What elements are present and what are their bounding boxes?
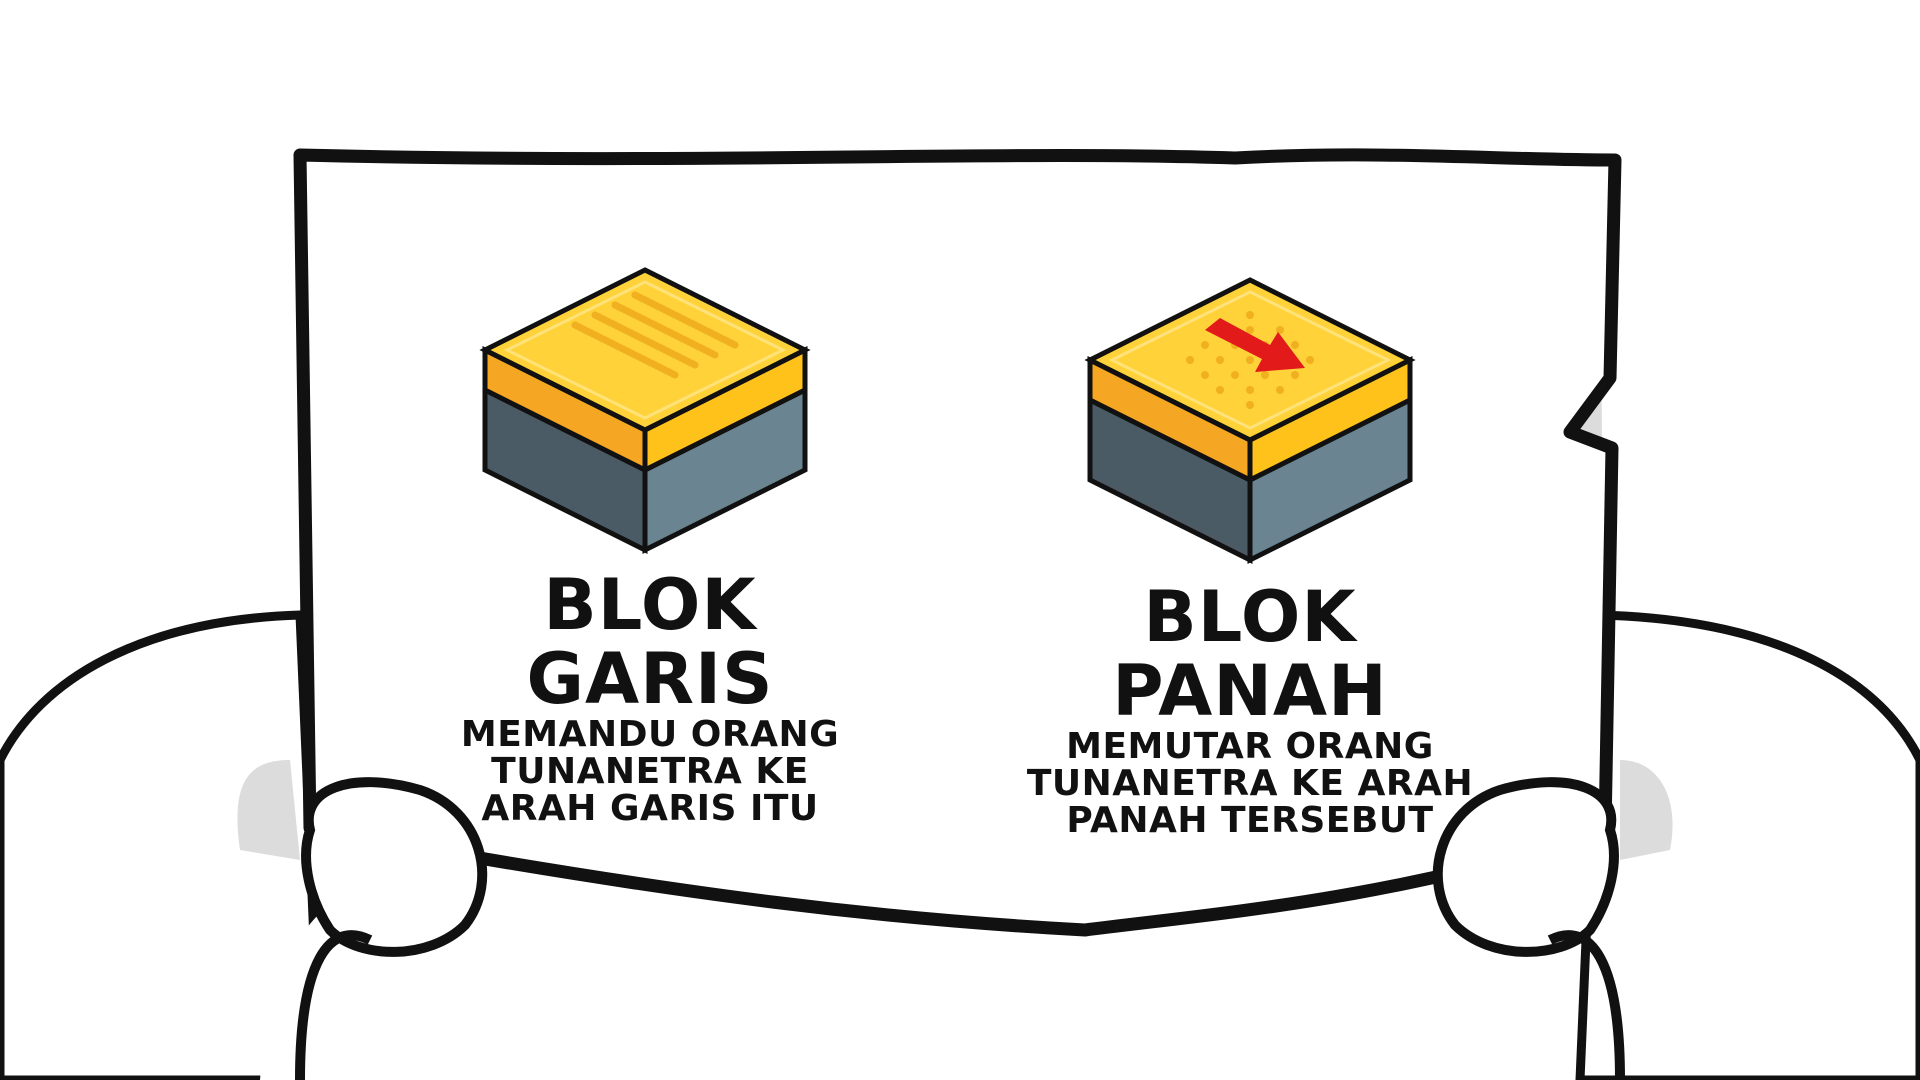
- arrow-block-description: MEMUTAR ORANG TUNANETRA KE ARAH PANAH TE…: [1026, 726, 1474, 841]
- comic-panel: BLOK GARIS MEMANDU ORANG TUNANETRA KE AR…: [0, 0, 1920, 1080]
- line-block-description: MEMANDU ORANG TUNANETRA KE ARAH GARIS IT…: [460, 714, 840, 829]
- arrow-block-caption: BLOK PANAH MEMUTAR ORANG TUNANETRA KE AR…: [1000, 580, 1500, 839]
- arrow-block-title: BLOK PANAH: [1112, 576, 1388, 732]
- right-arm: [1575, 610, 1920, 1080]
- line-block-title: BLOK GARIS: [526, 564, 774, 720]
- illustration: [0, 148, 1920, 1080]
- line-block-caption: BLOK GARIS MEMANDU ORANG TUNANETRA KE AR…: [410, 568, 890, 827]
